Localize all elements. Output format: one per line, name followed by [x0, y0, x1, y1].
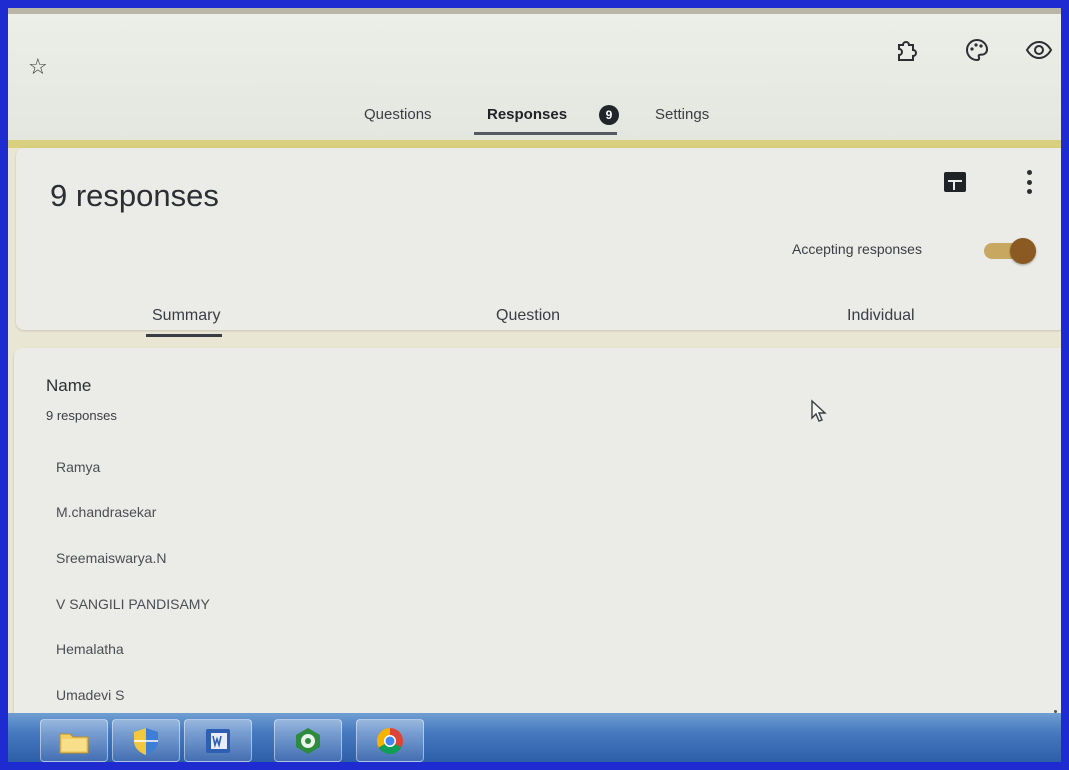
- response-item: Sreemaiswarya.N: [56, 550, 167, 566]
- responses-count-title: 9 responses: [50, 178, 219, 213]
- eye-icon[interactable]: [1025, 36, 1053, 64]
- accepting-responses-label: Accepting responses: [792, 241, 922, 257]
- active-subtab-indicator: [146, 334, 222, 337]
- response-item: V SANGILI PANDISAMY: [56, 596, 210, 612]
- subtab-individual[interactable]: Individual: [847, 307, 915, 325]
- response-item: Umadevi S: [56, 687, 125, 703]
- tab-responses[interactable]: Responses: [487, 106, 567, 123]
- star-icon[interactable]: ☆: [28, 56, 50, 78]
- tab-questions[interactable]: Questions: [364, 106, 432, 123]
- taskbar-word-button[interactable]: [184, 719, 252, 762]
- form-header: ☆ Questions Responses 9 Settings: [8, 8, 1061, 140]
- active-tab-indicator: [474, 132, 617, 135]
- chrome-icon: [376, 727, 403, 755]
- windows-taskbar: [8, 713, 1061, 762]
- responses-count-badge: 9: [599, 105, 619, 125]
- question-response-count: 9 responses: [46, 408, 117, 423]
- name-question-card: Name 9 responses Ramya M.chandrasekar Sr…: [14, 348, 1061, 762]
- question-title: Name: [46, 376, 92, 395]
- subtab-summary[interactable]: Summary: [152, 307, 220, 325]
- sheets-icon[interactable]: [944, 172, 966, 192]
- mouse-cursor-icon: [811, 399, 827, 422]
- response-item: Hemalatha: [56, 641, 124, 657]
- header-strip: [8, 8, 1061, 14]
- ico-icon: [296, 728, 320, 754]
- taskbar-explorer-button[interactable]: [40, 719, 108, 762]
- word-icon: [206, 729, 230, 753]
- folder-icon: [59, 733, 89, 754]
- responses-summary-card: 9 responses Accepting responses Summary …: [16, 148, 1061, 337]
- taskbar-ico-button[interactable]: [274, 719, 342, 762]
- taskbar-security-button[interactable]: [112, 719, 180, 762]
- taskbar-chrome-button[interactable]: [356, 719, 424, 762]
- theme-band: [8, 140, 1061, 148]
- toggle-knob: [1010, 238, 1036, 264]
- accepting-responses-toggle[interactable]: [984, 238, 1036, 264]
- subtab-question[interactable]: Question: [496, 307, 560, 325]
- puzzle-icon[interactable]: [893, 36, 921, 64]
- more-options-icon[interactable]: [1021, 170, 1037, 194]
- response-item: Ramya: [56, 459, 101, 475]
- palette-icon[interactable]: [963, 36, 991, 64]
- response-item: M.chandrasekar: [56, 504, 157, 520]
- screen-frame: ☆ Questions Responses 9 Settings 9 respo…: [8, 8, 1061, 762]
- shield-icon: [134, 728, 158, 755]
- tab-settings[interactable]: Settings: [655, 106, 709, 123]
